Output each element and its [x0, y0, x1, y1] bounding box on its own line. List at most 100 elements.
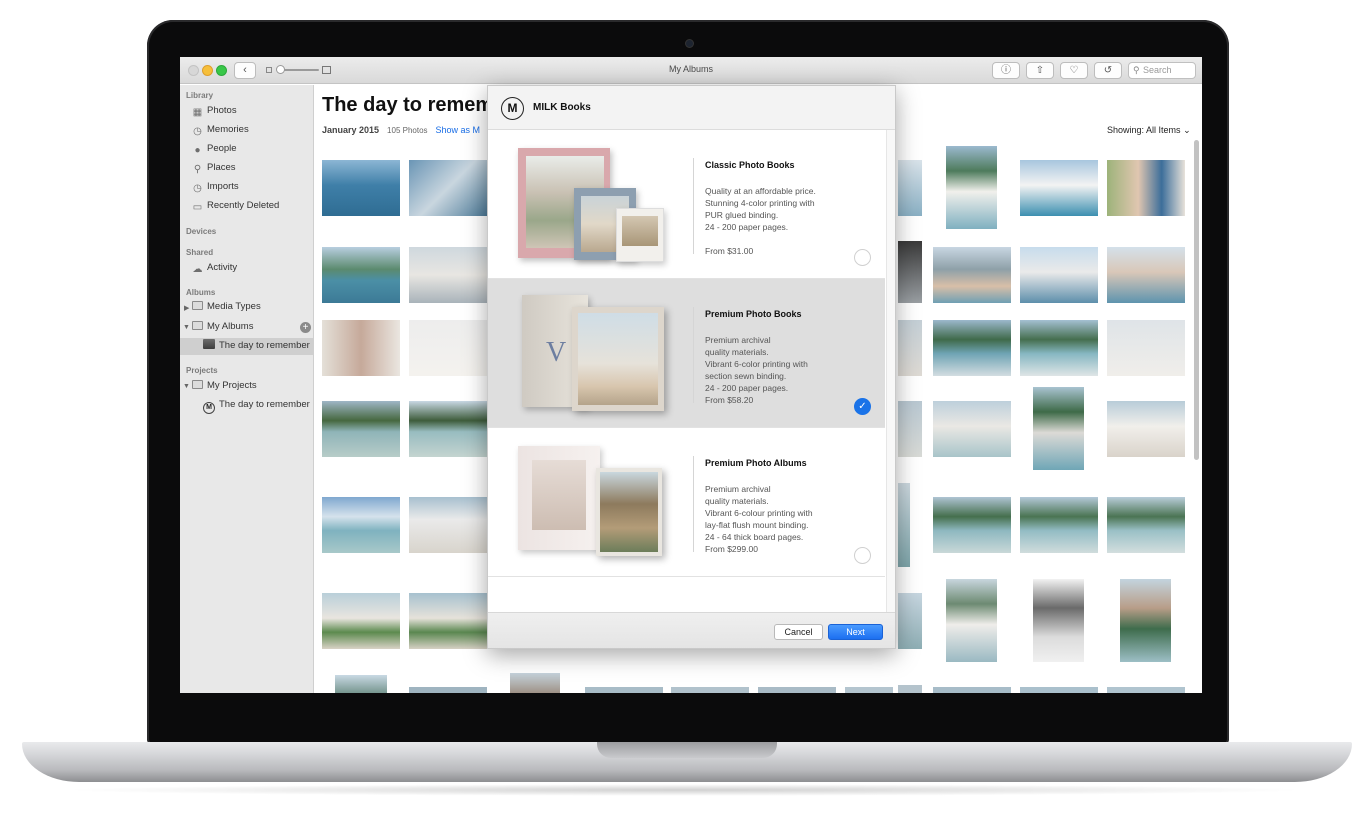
photo-thumbnail[interactable] [1033, 387, 1084, 470]
date-line: January 2015 105 Photos Show as M [322, 125, 480, 135]
product-description: Premium archival quality materials. Vibr… [705, 335, 808, 393]
photo-thumbnail[interactable] [1107, 497, 1185, 553]
photo-thumbnail[interactable] [1020, 320, 1098, 376]
photo-thumbnail[interactable] [322, 247, 400, 303]
photo-thumbnail[interactable] [335, 675, 387, 693]
showing-filter-label: Showing: All Items [1107, 125, 1181, 135]
photo-thumbnail[interactable] [946, 146, 997, 229]
product-option-classic-photo-books[interactable]: Classic Photo Books Quality at an afford… [488, 130, 885, 279]
folder-icon [192, 380, 203, 389]
photo-thumbnail[interactable] [1020, 247, 1098, 303]
photo-thumbnail[interactable] [933, 320, 1011, 376]
photo-thumbnail[interactable] [409, 160, 487, 216]
photo-thumbnail[interactable] [322, 320, 400, 376]
sidebar: Library ▦ Photos ◷ Memories ● People ⚲ Place… [180, 85, 314, 693]
classic-book-white-cover-photo [622, 216, 658, 246]
sidebar-item-the-day-to-remember-project[interactable]: M The day to remember [203, 397, 313, 414]
photo-thumbnail[interactable] [1107, 401, 1185, 457]
disclosure-down-icon[interactable]: ▼ [183, 324, 190, 331]
product-radio-checked[interactable]: ✓ [854, 398, 871, 415]
sidebar-header-library: Library [186, 91, 214, 100]
page-title: The day to rememb [322, 94, 506, 116]
photo-thumbnail[interactable] [510, 673, 560, 693]
photo-thumbnail[interactable] [671, 687, 749, 693]
dialog-scrollbar[interactable] [886, 130, 895, 612]
show-as-link[interactable]: Show as M [436, 125, 481, 135]
photo-thumbnail[interactable] [898, 241, 922, 303]
photo-thumbnail[interactable] [758, 687, 836, 693]
photo-thumbnail[interactable] [409, 687, 487, 693]
cancel-button[interactable]: Cancel [774, 624, 823, 640]
photo-thumbnail[interactable] [898, 320, 922, 376]
photo-thumbnail[interactable] [1107, 160, 1185, 216]
photo-thumbnail[interactable] [933, 687, 1011, 693]
info-button[interactable]: ⓘ [992, 62, 1020, 79]
photo-thumbnail[interactable] [1020, 160, 1098, 216]
disclosure-right-icon[interactable]: ▶ [184, 304, 189, 312]
photo-thumbnail[interactable] [409, 497, 487, 553]
product-divider [693, 307, 694, 403]
product-radio[interactable] [854, 547, 871, 564]
photo-thumbnail[interactable] [933, 247, 1011, 303]
photo-thumbnail[interactable] [1020, 687, 1098, 693]
photo-thumbnail[interactable] [322, 497, 400, 553]
product-name: Premium Photo Albums [705, 458, 807, 468]
photo-thumbnail[interactable] [898, 160, 922, 216]
photo-thumbnail[interactable] [933, 497, 1011, 553]
photo-thumbnail[interactable] [1033, 579, 1084, 662]
photo-thumbnail[interactable] [322, 593, 400, 649]
scrollbar[interactable] [1194, 140, 1199, 460]
sidebar-item-my-albums[interactable]: My Albums [192, 319, 312, 335]
sidebar-item-the-day-to-remember-album[interactable]: The day to remember [203, 338, 313, 354]
search-input[interactable]: ⚲ Search [1128, 62, 1196, 79]
photo-thumbnail[interactable] [322, 401, 400, 457]
photo-thumbnail[interactable] [845, 687, 893, 693]
photo-thumbnail[interactable] [898, 483, 910, 567]
photo-thumbnail[interactable] [585, 687, 663, 693]
sidebar-item-places[interactable]: ⚲ Places [192, 160, 312, 176]
sidebar-item-media-types[interactable]: Media Types [192, 299, 312, 315]
rotate-button[interactable]: ↺ [1094, 62, 1122, 79]
photo-thumbnail[interactable] [1107, 247, 1185, 303]
photo-thumbnail[interactable] [1120, 579, 1171, 662]
sidebar-header-devices: Devices [186, 227, 217, 236]
favorite-button[interactable]: ♡ [1060, 62, 1088, 79]
sidebar-item-activity[interactable]: ☁ Activity [192, 260, 312, 276]
sidebar-item-recently-deleted[interactable]: ▭ Recently Deleted [192, 198, 312, 214]
photo-thumbnail[interactable] [933, 401, 1011, 457]
sidebar-item-my-projects[interactable]: My Projects [192, 378, 312, 394]
photo-thumbnail[interactable] [409, 401, 487, 457]
sidebar-item-memories[interactable]: ◷ Memories [192, 122, 312, 138]
photo-thumbnail[interactable] [898, 593, 922, 649]
heart-icon: ♡ [1069, 65, 1079, 76]
photo-thumbnail[interactable] [1107, 320, 1185, 376]
sidebar-item-label: Photos [207, 105, 237, 116]
photos-icon: ▦ [192, 107, 203, 118]
photo-thumbnail[interactable] [1020, 497, 1098, 553]
sidebar-item-label: People [207, 143, 237, 154]
photo-thumbnail[interactable] [898, 685, 922, 693]
add-album-icon[interactable]: + [300, 322, 311, 333]
sidebar-item-imports[interactable]: ◷ Imports [192, 179, 312, 195]
photo-thumbnail[interactable] [946, 579, 997, 662]
product-radio[interactable] [854, 249, 871, 266]
checkmark-icon: ✓ [858, 401, 867, 412]
product-option-premium-photo-albums[interactable]: Premium Photo Albums Premium archival qu… [488, 428, 885, 577]
album-thumbnail-icon [203, 339, 215, 349]
photo-thumbnail[interactable] [1107, 687, 1185, 693]
product-option-premium-photo-books[interactable]: V Premium Photo Books Premium archival q… [488, 279, 885, 428]
disclosure-down-icon[interactable]: ▼ [183, 383, 190, 390]
sidebar-item-label: Memories [207, 124, 249, 135]
sidebar-header-albums: Albums [186, 288, 216, 297]
sidebar-item-people[interactable]: ● People [192, 141, 312, 157]
photo-thumbnail[interactable] [409, 320, 487, 376]
photo-thumbnail[interactable] [322, 160, 400, 216]
photo-thumbnail[interactable] [409, 247, 487, 303]
photo-thumbnail[interactable] [409, 593, 487, 649]
sidebar-item-photos[interactable]: ▦ Photos [192, 103, 312, 119]
share-button[interactable]: ⇧ [1026, 62, 1054, 79]
showing-filter-dropdown[interactable]: Showing: All Items ⌄ [1107, 125, 1191, 136]
search-placeholder: Search [1143, 65, 1172, 75]
next-button[interactable]: Next [828, 624, 883, 640]
photo-thumbnail[interactable] [898, 401, 922, 457]
